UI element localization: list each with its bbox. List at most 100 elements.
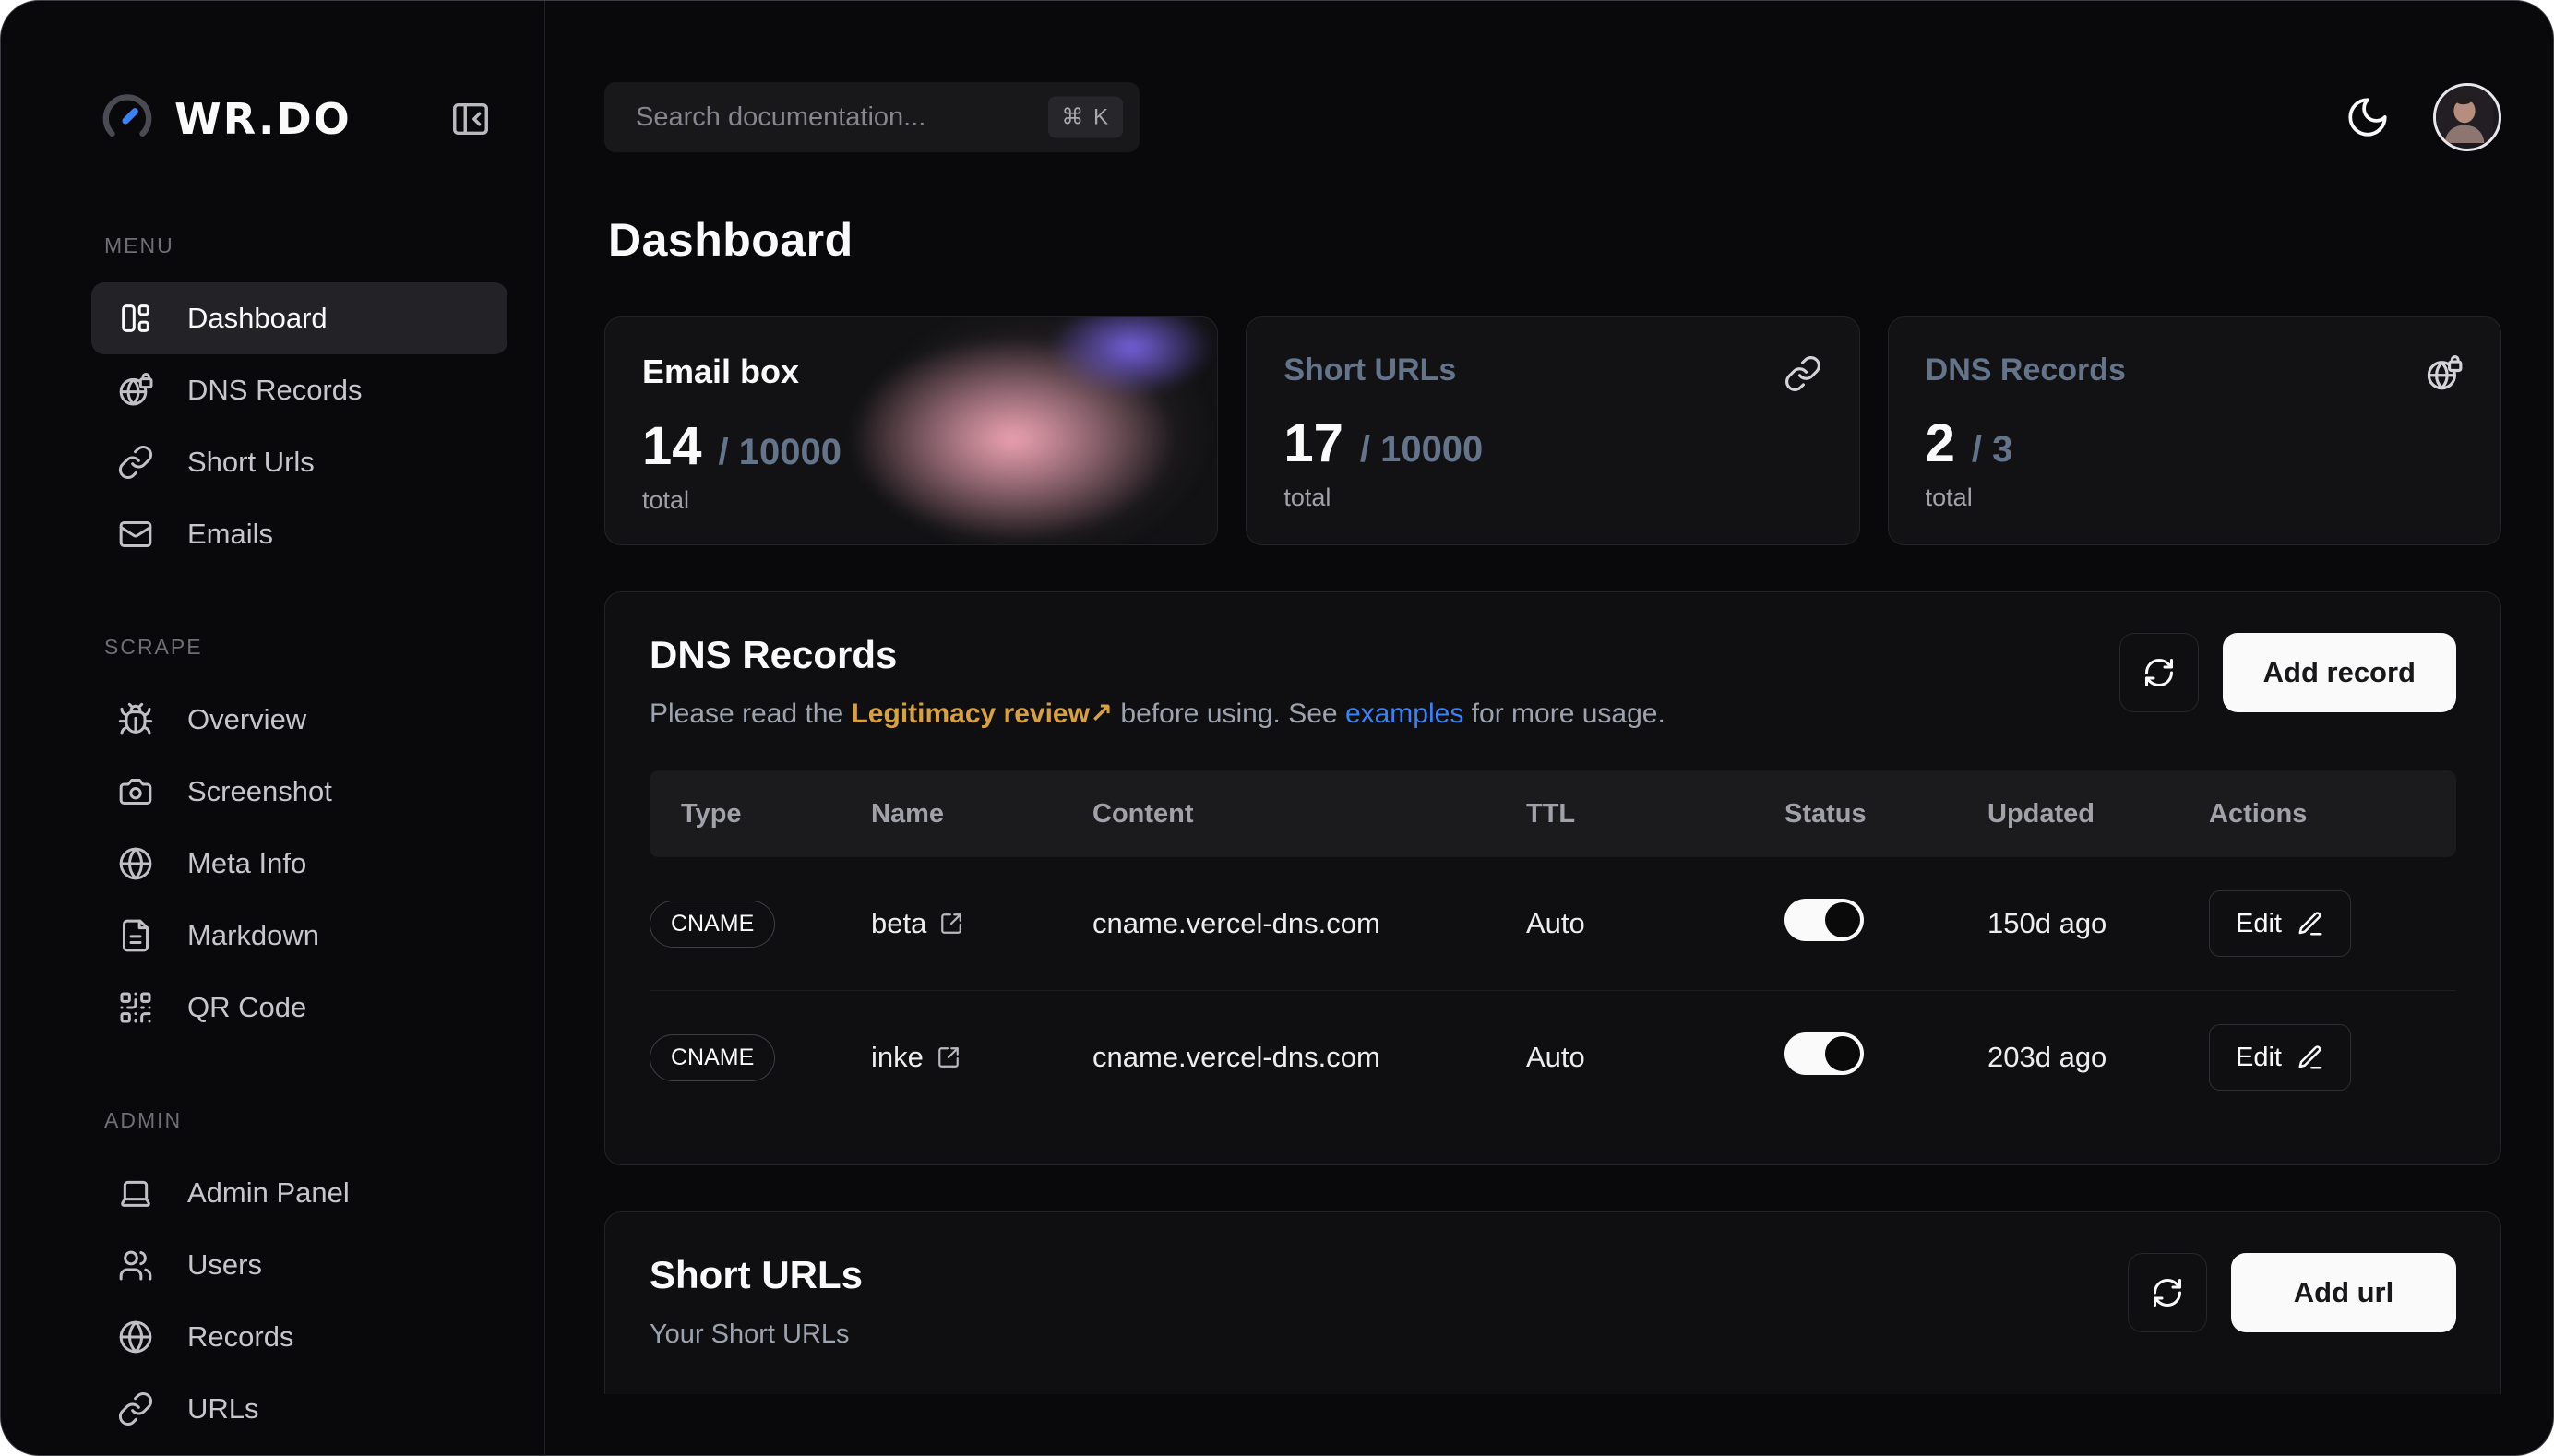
record-status-toggle[interactable] <box>1784 1032 1864 1075</box>
sidebar-item-overview[interactable]: Overview <box>91 684 507 756</box>
gauge-logo-icon <box>101 92 154 146</box>
app-window: WR.DO MENU Dashboard <box>0 0 2554 1456</box>
edit-button-label: Edit <box>2236 1043 2282 1073</box>
section-label: SCRAPE <box>104 635 517 660</box>
stat-value: 14 <box>642 415 702 477</box>
record-ttl: Auto <box>1526 1041 1784 1074</box>
dns-records-card: DNS Records Please read the Legitimacy r… <box>604 591 2501 1165</box>
record-updated: 203d ago <box>1987 1041 2209 1074</box>
main-content: ⌘ K <box>545 1 2553 1394</box>
keyboard-shortcut-badge: ⌘ K <box>1048 97 1123 138</box>
file-text-icon <box>117 917 154 954</box>
mail-icon <box>117 516 154 553</box>
laptop-icon <box>117 1175 154 1211</box>
stat-cards-row: Email box 14 / 10000 total Short URLs 17… <box>604 316 2501 545</box>
sidebar-item-short-urls[interactable]: Short Urls <box>91 426 507 498</box>
short-urls-header-text: Short URLs Your Short URLs <box>650 1253 863 1350</box>
link-icon <box>1784 354 1822 393</box>
stat-card-dns-records: DNS Records 2 / 3 total <box>1888 316 2501 545</box>
table-row: CNAME inke cname.vercel-dns.com Auto 203… <box>650 991 2456 1124</box>
sidebar-item-dashboard[interactable]: Dashboard <box>91 282 507 354</box>
stat-card-short-urls: Short URLs 17 / 10000 total <box>1246 316 1859 545</box>
examples-link[interactable]: examples <box>1345 698 1463 729</box>
globe-icon <box>117 845 154 882</box>
sidebar-item-label: Users <box>187 1248 262 1282</box>
record-status-toggle[interactable] <box>1784 899 1864 941</box>
theme-toggle-button[interactable] <box>2345 93 2393 141</box>
sidebar-item-urls[interactable]: URLs <box>91 1373 507 1445</box>
desc-text: Please read the <box>650 698 851 729</box>
edit-record-button[interactable]: Edit <box>2209 1024 2351 1091</box>
short-urls-card: Short URLs Your Short URLs Add url <box>604 1211 2501 1394</box>
stat-limit: / 10000 <box>719 432 841 473</box>
sidebar-item-meta-info[interactable]: Meta Info <box>91 828 507 900</box>
stat-value: 2 <box>1926 412 1955 474</box>
edit-record-button[interactable]: Edit <box>2209 890 2351 957</box>
stat-limit: / 10000 <box>1360 429 1483 471</box>
moon-icon <box>2345 94 2393 140</box>
dns-records-table: Type Name Content TTL Status Updated Act… <box>650 770 2456 1124</box>
refresh-records-button[interactable] <box>2119 633 2199 712</box>
camera-icon <box>117 773 154 810</box>
toggle-knob <box>1825 902 1860 937</box>
stat-line: 17 / 10000 <box>1283 412 1821 474</box>
sidebar-item-records[interactable]: Records <box>91 1301 507 1373</box>
sidebar-item-qr-code[interactable]: QR Code <box>91 972 507 1044</box>
edit-button-label: Edit <box>2236 909 2282 939</box>
globe-icon <box>117 1319 154 1355</box>
link-icon <box>117 1390 154 1427</box>
dns-card-actions: Add record <box>2119 633 2456 712</box>
stat-value: 17 <box>1283 412 1343 474</box>
stat-card-title: DNS Records <box>1926 352 2464 388</box>
stat-card-title: Short URLs <box>1283 352 1821 388</box>
column-header-ttl: TTL <box>1526 799 1784 829</box>
stat-line: 14 / 10000 <box>642 415 1180 477</box>
stat-caption: total <box>1926 483 2464 512</box>
sidebar-collapse-button[interactable] <box>447 95 495 143</box>
sidebar-item-label: Dashboard <box>187 302 328 335</box>
record-ttl: Auto <box>1526 907 1784 940</box>
dns-card-header-text: DNS Records Please read the Legitimacy r… <box>650 633 1665 730</box>
sidebar-item-admin-panel[interactable]: Admin Panel <box>91 1157 507 1229</box>
record-type-badge: CNAME <box>650 1034 775 1081</box>
column-header-type: Type <box>650 799 871 829</box>
external-link-icon[interactable] <box>939 912 963 936</box>
short-urls-actions: Add url <box>2128 1253 2456 1332</box>
record-name: beta <box>871 907 926 940</box>
pencil-icon <box>2297 1044 2324 1071</box>
column-header-actions: Actions <box>2209 799 2456 829</box>
panel-left-close-icon <box>449 98 492 140</box>
sidebar-item-users[interactable]: Users <box>91 1229 507 1301</box>
sidebar-item-label: Records <box>187 1320 293 1354</box>
topbar: ⌘ K <box>604 82 2501 152</box>
sidebar-item-emails[interactable]: Emails <box>91 498 507 570</box>
add-url-button[interactable]: Add url <box>2231 1253 2456 1332</box>
stat-caption: total <box>642 486 1180 515</box>
legitimacy-review-link[interactable]: Legitimacy review <box>851 698 1089 729</box>
nav-section-scrape: SCRAPE Overview Sc <box>101 635 517 1044</box>
refresh-icon <box>2142 656 2176 689</box>
desc-text: for more usage. <box>1463 698 1665 729</box>
add-record-button[interactable]: Add record <box>2223 633 2456 712</box>
column-header-name: Name <box>871 799 1092 829</box>
logo-text: WR.DO <box>174 94 352 144</box>
user-avatar[interactable] <box>2433 83 2501 151</box>
nav-section-admin: ADMIN Admin Panel Users <box>101 1108 517 1445</box>
users-icon <box>117 1247 154 1283</box>
refresh-icon <box>2151 1276 2184 1309</box>
sidebar-item-label: Admin Panel <box>187 1176 350 1210</box>
page-title: Dashboard <box>608 213 2501 267</box>
logo-row: WR.DO <box>101 82 517 156</box>
sidebar-item-dns-records[interactable]: DNS Records <box>91 354 507 426</box>
sidebar-item-label: Overview <box>187 703 306 736</box>
globe-lock-icon <box>2425 354 2464 393</box>
stat-caption: total <box>1283 483 1821 512</box>
sidebar-item-markdown[interactable]: Markdown <box>91 900 507 972</box>
bug-icon <box>117 701 154 738</box>
sidebar-item-screenshot[interactable]: Screenshot <box>91 756 507 828</box>
external-link-icon[interactable] <box>937 1045 961 1069</box>
stat-limit: / 3 <box>1972 429 2012 471</box>
sidebar-item-label: DNS Records <box>187 374 363 407</box>
section-label: MENU <box>104 233 517 258</box>
refresh-urls-button[interactable] <box>2128 1253 2207 1332</box>
